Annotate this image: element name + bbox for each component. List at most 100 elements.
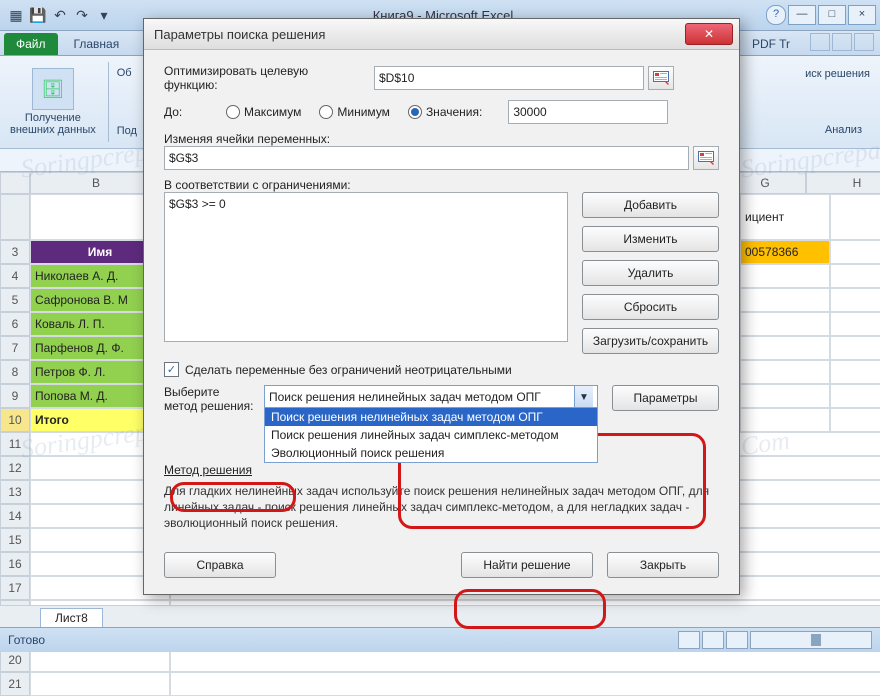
cell[interactable] [740, 288, 830, 312]
cell[interactable] [740, 312, 830, 336]
range-picker-button[interactable] [648, 66, 674, 90]
cell[interactable] [740, 264, 830, 288]
cell[interactable] [830, 360, 880, 384]
close-button[interactable]: × [848, 5, 876, 25]
row-header[interactable]: 5 [0, 288, 30, 312]
method-label: Выберите метод решения: [164, 385, 254, 413]
method-dropdown-list: Поиск решения нелинейных задач методом О… [264, 407, 598, 463]
view-layout-icon[interactable] [702, 631, 724, 649]
nonneg-label: Сделать переменные без ограничений неотр… [185, 363, 512, 377]
get-external-data-button[interactable]: 🗄 Получение внешних данных [6, 66, 100, 138]
ribbon-restore-icon[interactable] [832, 33, 852, 51]
cell[interactable] [830, 336, 880, 360]
to-label: До: [164, 105, 216, 119]
cell[interactable] [740, 360, 830, 384]
get-data-label: Получение внешних данных [10, 112, 96, 136]
analysis-group-label: Анализ [819, 124, 862, 136]
constraint-item[interactable]: $G$3 >= 0 [169, 197, 563, 211]
radio-max[interactable]: Максимум [226, 105, 301, 119]
row-header[interactable]: 14 [0, 504, 30, 528]
range-picker-button[interactable] [693, 146, 719, 170]
row-header[interactable]: 17 [0, 576, 30, 600]
row-header[interactable]: 11 [0, 432, 30, 456]
method-option[interactable]: Поиск решения линейных задач симплекс-ме… [265, 426, 597, 444]
view-pagebreak-icon[interactable] [726, 631, 748, 649]
solver-label[interactable]: иск решения [799, 68, 870, 80]
tab-pdf[interactable]: PDF Tr [740, 33, 802, 55]
cell[interactable] [830, 408, 880, 432]
row-header[interactable]: 8 [0, 360, 30, 384]
radio-value[interactable]: Значения: [408, 105, 482, 119]
delete-constraint-button[interactable]: Удалить [582, 260, 719, 286]
sheet-tab[interactable]: Лист8 [40, 608, 103, 627]
col-header-h[interactable]: H [806, 172, 880, 194]
row-header[interactable]: 15 [0, 528, 30, 552]
params-button[interactable]: Параметры [612, 385, 719, 411]
chevron-down-icon[interactable]: ▼ [574, 386, 593, 408]
help-button[interactable]: Справка [164, 552, 276, 578]
solve-button[interactable]: Найти решение [461, 552, 593, 578]
save-icon[interactable]: 💾 [28, 5, 48, 25]
cell[interactable] [740, 336, 830, 360]
row-header[interactable]: 13 [0, 480, 30, 504]
cell[interactable] [830, 194, 880, 240]
cell[interactable] [830, 384, 880, 408]
close-dialog-button[interactable]: Закрыть [607, 552, 719, 578]
change-constraint-button[interactable]: Изменить [582, 226, 719, 252]
reset-button[interactable]: Сбросить [582, 294, 719, 320]
excel-icon: ▦ [6, 5, 26, 25]
status-text: Готово [8, 633, 45, 647]
row-header[interactable]: 3 [0, 240, 30, 264]
radio-min-label: Минимум [337, 105, 390, 119]
tab-file[interactable]: Файл [4, 33, 58, 55]
cell-coef-value[interactable]: 00578366 [740, 240, 830, 264]
minimize-button[interactable]: — [788, 5, 816, 25]
cell[interactable] [830, 240, 880, 264]
cell[interactable] [830, 288, 880, 312]
radio-value-label: Значения: [426, 105, 482, 119]
loadsave-button[interactable]: Загрузить/сохранить [582, 328, 719, 354]
ribbon-close-icon[interactable] [854, 33, 874, 51]
cell[interactable] [170, 672, 880, 696]
row-header[interactable]: 12 [0, 456, 30, 480]
method-option[interactable]: Эволюционный поиск решения [265, 444, 597, 462]
tab-home[interactable]: Главная [62, 33, 132, 55]
undo-icon[interactable]: ↶ [50, 5, 70, 25]
variables-label: Изменяя ячейки переменных: [164, 132, 330, 146]
row-header[interactable]: 16 [0, 552, 30, 576]
view-normal-icon[interactable] [678, 631, 700, 649]
select-all-corner[interactable] [0, 172, 30, 194]
cell[interactable] [740, 408, 830, 432]
variable-cells-input[interactable]: $G$3 [164, 146, 689, 170]
cell[interactable] [830, 264, 880, 288]
zoom-slider[interactable] [750, 631, 872, 649]
radio-min[interactable]: Минимум [319, 105, 390, 119]
objective-cell-input[interactable]: $D$10 [374, 66, 644, 90]
target-value-input[interactable]: 30000 [508, 100, 668, 124]
dialog-titlebar[interactable]: Параметры поиска решения ✕ [144, 19, 739, 50]
row-header[interactable]: 10 [0, 408, 30, 432]
add-constraint-button[interactable]: Добавить [582, 192, 719, 218]
maximize-button[interactable]: □ [818, 5, 846, 25]
row-header[interactable]: 4 [0, 264, 30, 288]
dialog-close-button[interactable]: ✕ [685, 23, 733, 45]
solver-dialog: Параметры поиска решения ✕ Оптимизироват… [143, 18, 740, 595]
cell[interactable] [830, 312, 880, 336]
row-header[interactable]: 21 [0, 672, 30, 696]
constraints-listbox[interactable]: $G$3 >= 0 [164, 192, 568, 342]
qat-more-icon[interactable]: ▾ [94, 5, 114, 25]
cell[interactable] [30, 672, 170, 696]
row-header[interactable]: 6 [0, 312, 30, 336]
ribbon-minimize-icon[interactable] [810, 33, 830, 51]
row-header[interactable]: 9 [0, 384, 30, 408]
cell[interactable]: ициент [740, 194, 830, 240]
cell[interactable] [740, 384, 830, 408]
method-option[interactable]: Поиск решения нелинейных задач методом О… [265, 408, 597, 426]
method-dropdown[interactable]: Поиск решения нелинейных задач методом О… [264, 385, 598, 409]
method-help-link[interactable]: Метод решения [164, 463, 252, 477]
row-header[interactable]: 7 [0, 336, 30, 360]
redo-icon[interactable]: ↷ [72, 5, 92, 25]
nonneg-checkbox[interactable]: ✓ Сделать переменные без ограничений нео… [164, 362, 719, 377]
row-header[interactable] [0, 194, 30, 240]
help-icon[interactable]: ? [766, 5, 786, 25]
